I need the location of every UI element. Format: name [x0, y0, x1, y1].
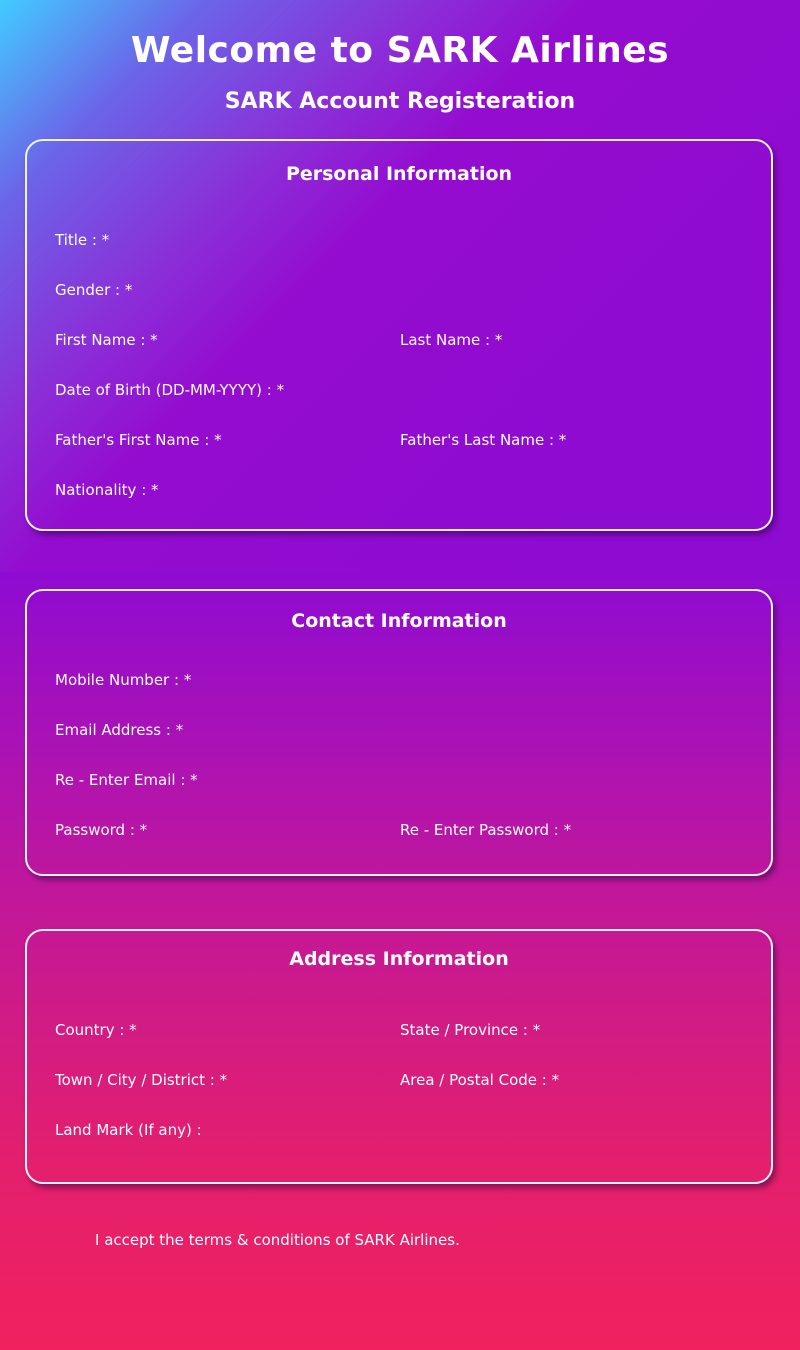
country-label: Country : * [55, 1021, 137, 1039]
contact-information-heading: Contact Information [291, 610, 507, 632]
address-information-heading: Address Information [289, 948, 509, 970]
state-province-label: State / Province : * [400, 1021, 541, 1039]
title-label: Title : * [55, 231, 110, 249]
contact-information-panel: Contact Information Mobile Number : * Em… [25, 589, 773, 876]
reenter-email-label: Re - Enter Email : * [55, 771, 198, 789]
father-last-name-label: Father's Last Name : * [400, 431, 567, 449]
last-name-label: Last Name : * [400, 331, 503, 349]
password-label: Password : * [55, 821, 148, 839]
personal-information-heading: Personal Information [285, 163, 513, 185]
page-title: Welcome to SARK Airlines [130, 30, 670, 71]
first-name-label: First Name : * [55, 331, 158, 349]
personal-information-panel: Personal Information Title : * Gender : … [25, 139, 773, 531]
town-city-district-label: Town / City / District : * [55, 1071, 228, 1089]
date-of-birth-label: Date of Birth (DD-MM-YYYY) : * [55, 381, 285, 399]
page-subtitle: SARK Account Registeration [224, 89, 576, 114]
gender-label: Gender : * [55, 281, 133, 299]
email-address-label: Email Address : * [55, 721, 184, 739]
address-information-panel: Address Information Country : * State / … [25, 929, 773, 1184]
area-postal-code-label: Area / Postal Code : * [400, 1071, 560, 1089]
terms-conditions-label[interactable]: I accept the terms & conditions of SARK … [95, 1231, 460, 1249]
reenter-password-label: Re - Enter Password : * [400, 821, 572, 839]
father-first-name-label: Father's First Name : * [55, 431, 222, 449]
mobile-number-label: Mobile Number : * [55, 671, 192, 689]
land-mark-label: Land Mark (If any) : [55, 1121, 202, 1139]
nationality-label: Nationality : * [55, 481, 159, 499]
